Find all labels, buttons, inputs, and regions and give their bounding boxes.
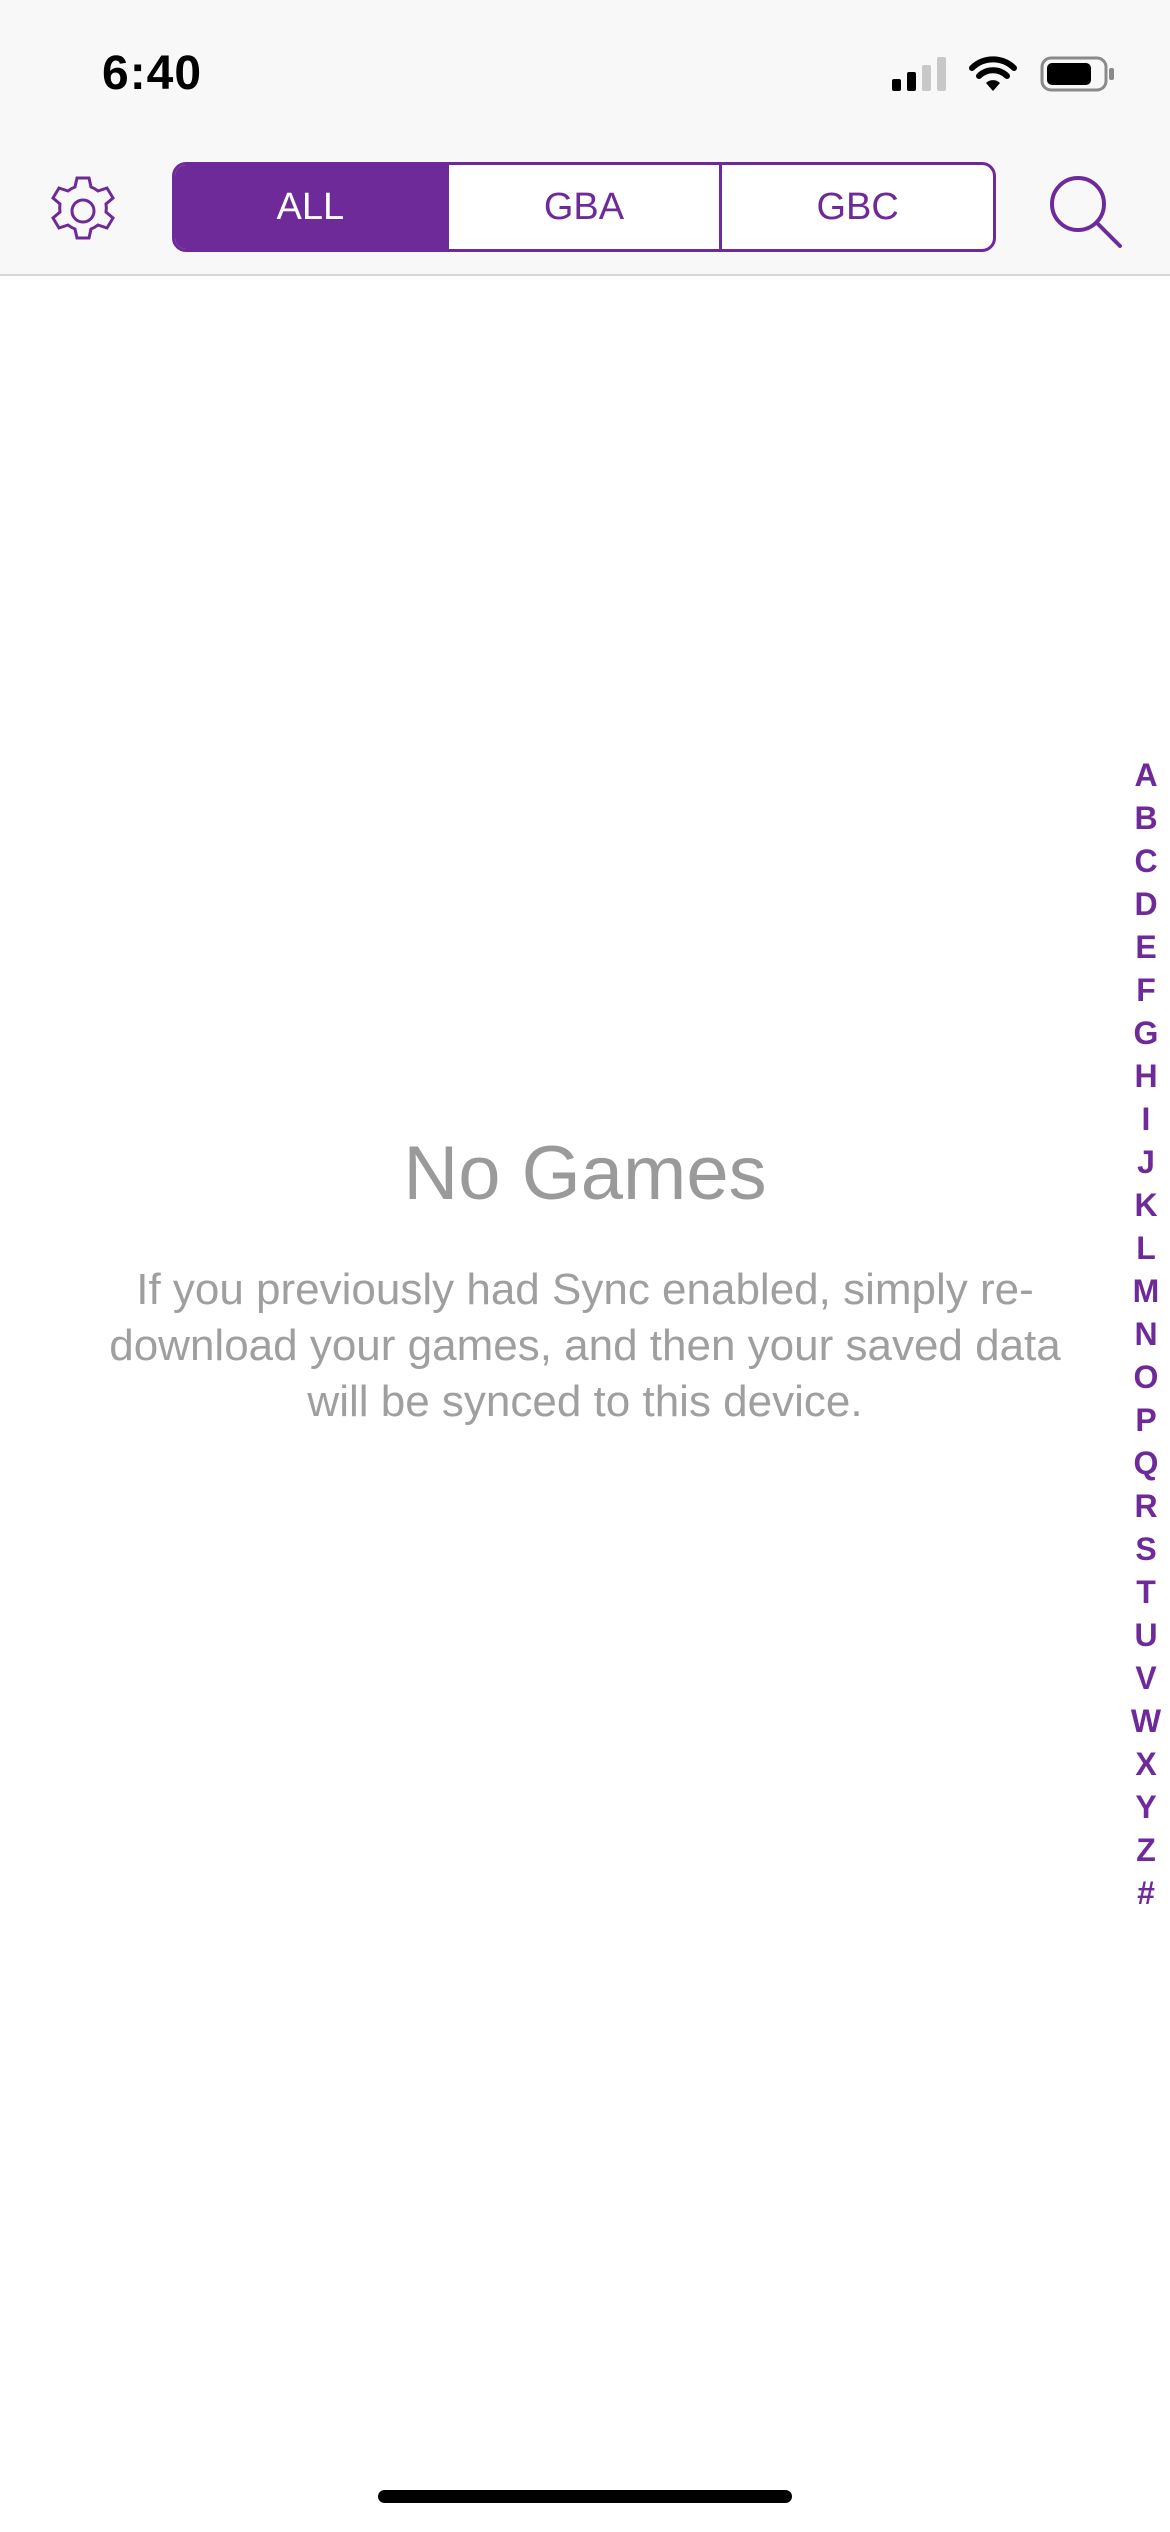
index-letter[interactable]: J (1124, 1141, 1168, 1184)
index-letter[interactable]: N (1124, 1313, 1168, 1356)
index-letter[interactable]: F (1124, 969, 1168, 1012)
index-letter[interactable]: E (1124, 926, 1168, 969)
index-letter[interactable]: U (1124, 1614, 1168, 1657)
index-letter[interactable]: H (1124, 1055, 1168, 1098)
empty-state-title: No Games (403, 1131, 767, 1216)
index-letter[interactable]: L (1124, 1227, 1168, 1270)
status-time: 6:40 (102, 47, 203, 100)
index-letter[interactable]: R (1124, 1485, 1168, 1528)
segment-all[interactable]: ALL (175, 165, 446, 249)
wifi-icon (969, 56, 1017, 91)
segment-gbc[interactable]: GBC (719, 165, 993, 249)
index-letter[interactable]: W (1124, 1700, 1168, 1743)
index-letter[interactable]: S (1124, 1528, 1168, 1571)
index-letter[interactable]: A (1124, 754, 1168, 797)
index-letter[interactable]: G (1124, 1012, 1168, 1055)
index-letter[interactable]: Z (1124, 1829, 1168, 1872)
index-letter[interactable]: I (1124, 1098, 1168, 1141)
empty-state-message: If you previously had Sync enabled, simp… (109, 1265, 1061, 1426)
section-index[interactable]: A B C D E F G H I J K L M N O P Q R S T U V W X Y Z # (1124, 754, 1168, 1915)
status-icons (892, 54, 1116, 94)
index-letter[interactable]: X (1124, 1743, 1168, 1786)
platform-segmented-control: ALL GBA GBC (172, 162, 996, 252)
index-letter[interactable]: Q (1124, 1442, 1168, 1485)
gear-icon[interactable] (46, 174, 120, 248)
index-letter[interactable]: M (1124, 1270, 1168, 1313)
search-icon[interactable] (1044, 170, 1128, 254)
cellular-signal-icon (892, 57, 946, 91)
battery-icon (1040, 56, 1114, 92)
segment-gba[interactable]: GBA (445, 165, 720, 249)
screen: 6:40 ALL GBA GBC No Games If you previou… (0, 0, 1170, 2532)
index-letter[interactable]: # (1124, 1872, 1168, 1915)
index-letter[interactable]: Y (1124, 1786, 1168, 1829)
index-letter[interactable]: C (1124, 840, 1168, 883)
index-letter[interactable]: K (1124, 1184, 1168, 1227)
home-indicator[interactable] (378, 2490, 792, 2503)
index-letter[interactable]: B (1124, 797, 1168, 840)
index-letter[interactable]: D (1124, 883, 1168, 926)
status-bar: 6:40 (0, 0, 1170, 140)
index-letter[interactable]: T (1124, 1571, 1168, 1614)
index-letter[interactable]: V (1124, 1657, 1168, 1700)
index-letter[interactable]: O (1124, 1356, 1168, 1399)
nav-bar: ALL GBA GBC (0, 140, 1170, 276)
index-letter[interactable]: P (1124, 1399, 1168, 1442)
